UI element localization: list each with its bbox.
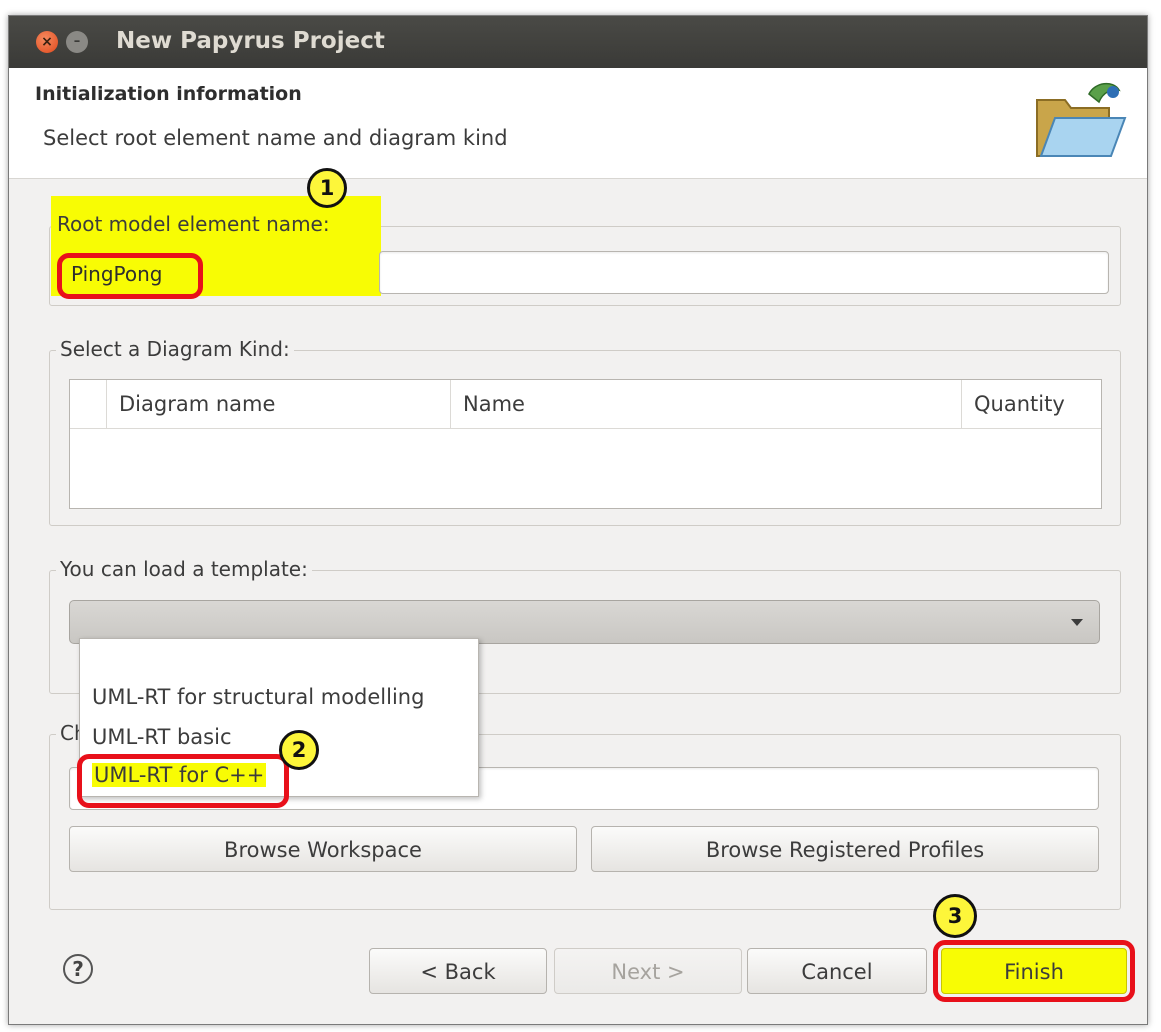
window-title: New Papyrus Project: [116, 28, 385, 54]
cancel-button[interactable]: Cancel: [747, 948, 927, 994]
close-icon[interactable]: ×: [36, 31, 58, 53]
back-button[interactable]: < Back: [369, 948, 547, 994]
chevron-down-icon: [1071, 619, 1083, 626]
cpp-option-callout-box: [77, 754, 289, 808]
finish-callout-box: [933, 940, 1135, 1002]
diagram-kind-label: Select a Diagram Kind:: [56, 337, 294, 361]
next-button[interactable]: Next >: [554, 948, 742, 994]
column-header-check[interactable]: [70, 380, 107, 428]
page-title: Initialization information: [35, 83, 302, 105]
dropdown-option-structural[interactable]: UML-RT for structural modelling: [92, 685, 424, 709]
diagram-kind-table[interactable]: Diagram name Name Quantity: [69, 379, 1102, 509]
column-header-quantity[interactable]: Quantity: [962, 380, 1102, 428]
column-header-diagram-name[interactable]: Diagram name: [106, 380, 451, 428]
wizard-header: Initialization information Select root e…: [9, 68, 1147, 179]
page-description: Select root element name and diagram kin…: [43, 126, 508, 150]
root-element-name-input[interactable]: [379, 251, 1109, 294]
browse-registered-profiles-button[interactable]: Browse Registered Profiles: [591, 826, 1099, 872]
help-icon[interactable]: ?: [63, 954, 93, 984]
callout-2: 2: [279, 730, 319, 770]
diagram-kind-group: Select a Diagram Kind: Diagram name Name…: [49, 337, 1121, 526]
title-bar: × – New Papyrus Project: [9, 16, 1147, 68]
callout-3: 3: [933, 894, 977, 938]
callout-1: 1: [307, 168, 347, 208]
minimize-icon[interactable]: –: [66, 31, 88, 53]
browse-workspace-button[interactable]: Browse Workspace: [69, 826, 577, 872]
dialog-window: × – New Papyrus Project Initialization i…: [8, 15, 1148, 1025]
template-label: You can load a template:: [56, 557, 312, 581]
dropdown-option-basic[interactable]: UML-RT basic: [92, 725, 231, 749]
column-header-name[interactable]: Name: [450, 380, 962, 428]
table-header-row: Diagram name Name Quantity: [70, 380, 1101, 428]
open-folder-icon: [1036, 82, 1127, 157]
root-element-label: Root model element name:: [57, 212, 330, 236]
root-value-callout-box: [57, 253, 203, 299]
